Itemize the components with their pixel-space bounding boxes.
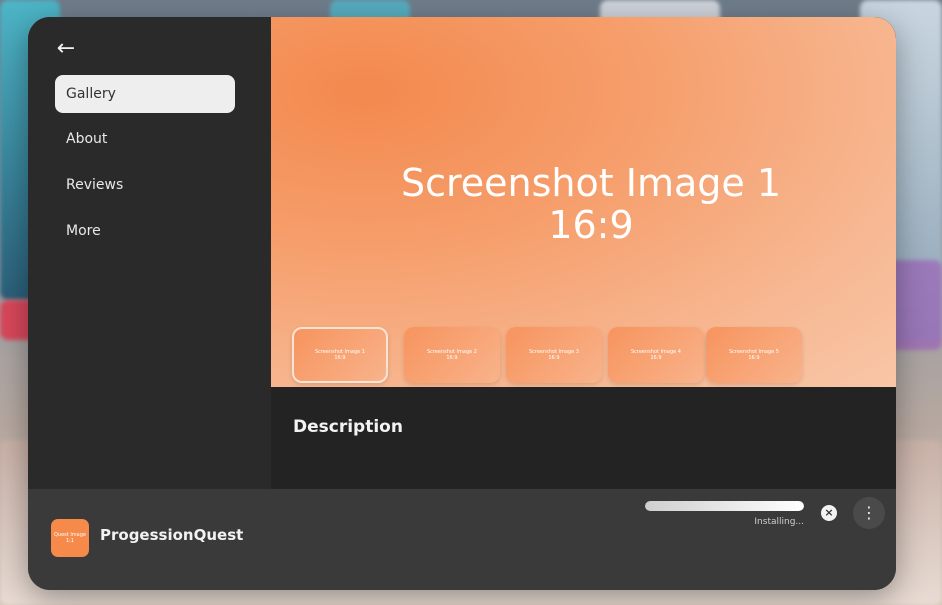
- gallery-hero-image: Screenshot Image 1 16:9 Screenshot Image…: [271, 17, 896, 387]
- store-panel: ← Gallery About Reviews More Screenshot …: [28, 17, 896, 590]
- app-bar: Quest Image 1:1 ProgessionQuest Installi…: [28, 489, 896, 590]
- install-status: Installing...: [754, 517, 804, 527]
- sidebar-item-more[interactable]: More: [55, 212, 235, 250]
- app-icon[interactable]: Quest Image 1:1: [51, 519, 89, 557]
- sidebar-item-gallery[interactable]: Gallery: [55, 75, 235, 113]
- hero-title: Screenshot Image 1: [400, 161, 782, 205]
- sidebar-item-reviews[interactable]: Reviews: [55, 166, 235, 204]
- description-heading: Description: [293, 417, 403, 437]
- install-progress-bar: [645, 501, 804, 511]
- install-progress-fill: [645, 501, 804, 511]
- thumbnail-4[interactable]: Screenshot Image 4 16:9: [608, 327, 704, 383]
- sidebar-item-about[interactable]: About: [55, 120, 235, 158]
- sidebar: ← Gallery About Reviews More: [28, 17, 271, 489]
- cancel-install-icon[interactable]: ×: [821, 505, 837, 521]
- thumbnail-2[interactable]: Screenshot Image 2 16:9: [404, 327, 500, 383]
- thumbnail-ratio: 16:9: [650, 355, 662, 361]
- app-icon-label: Quest Image 1:1: [54, 532, 86, 544]
- thumbnail-3[interactable]: Screenshot Image 3 16:9: [506, 327, 602, 383]
- main-content: Screenshot Image 1 16:9 Screenshot Image…: [271, 17, 896, 489]
- hero-ratio: 16:9: [548, 203, 634, 247]
- more-options-icon[interactable]: ⋮: [853, 497, 885, 529]
- back-arrow-icon[interactable]: ←: [52, 37, 80, 61]
- app-name: ProgessionQuest: [100, 526, 244, 544]
- thumbnail-ratio: 16:9: [548, 355, 560, 361]
- hero-caption: Screenshot Image 1 16:9: [371, 162, 811, 246]
- thumbnail-ratio: 16:9: [748, 355, 760, 361]
- thumbnail-ratio: 16:9: [334, 355, 346, 361]
- thumbnail-ratio: 16:9: [446, 355, 458, 361]
- thumbnail-1[interactable]: Screenshot Image 1 16:9: [292, 327, 388, 383]
- thumbnail-5[interactable]: Screenshot Image 5 16:9: [706, 327, 802, 383]
